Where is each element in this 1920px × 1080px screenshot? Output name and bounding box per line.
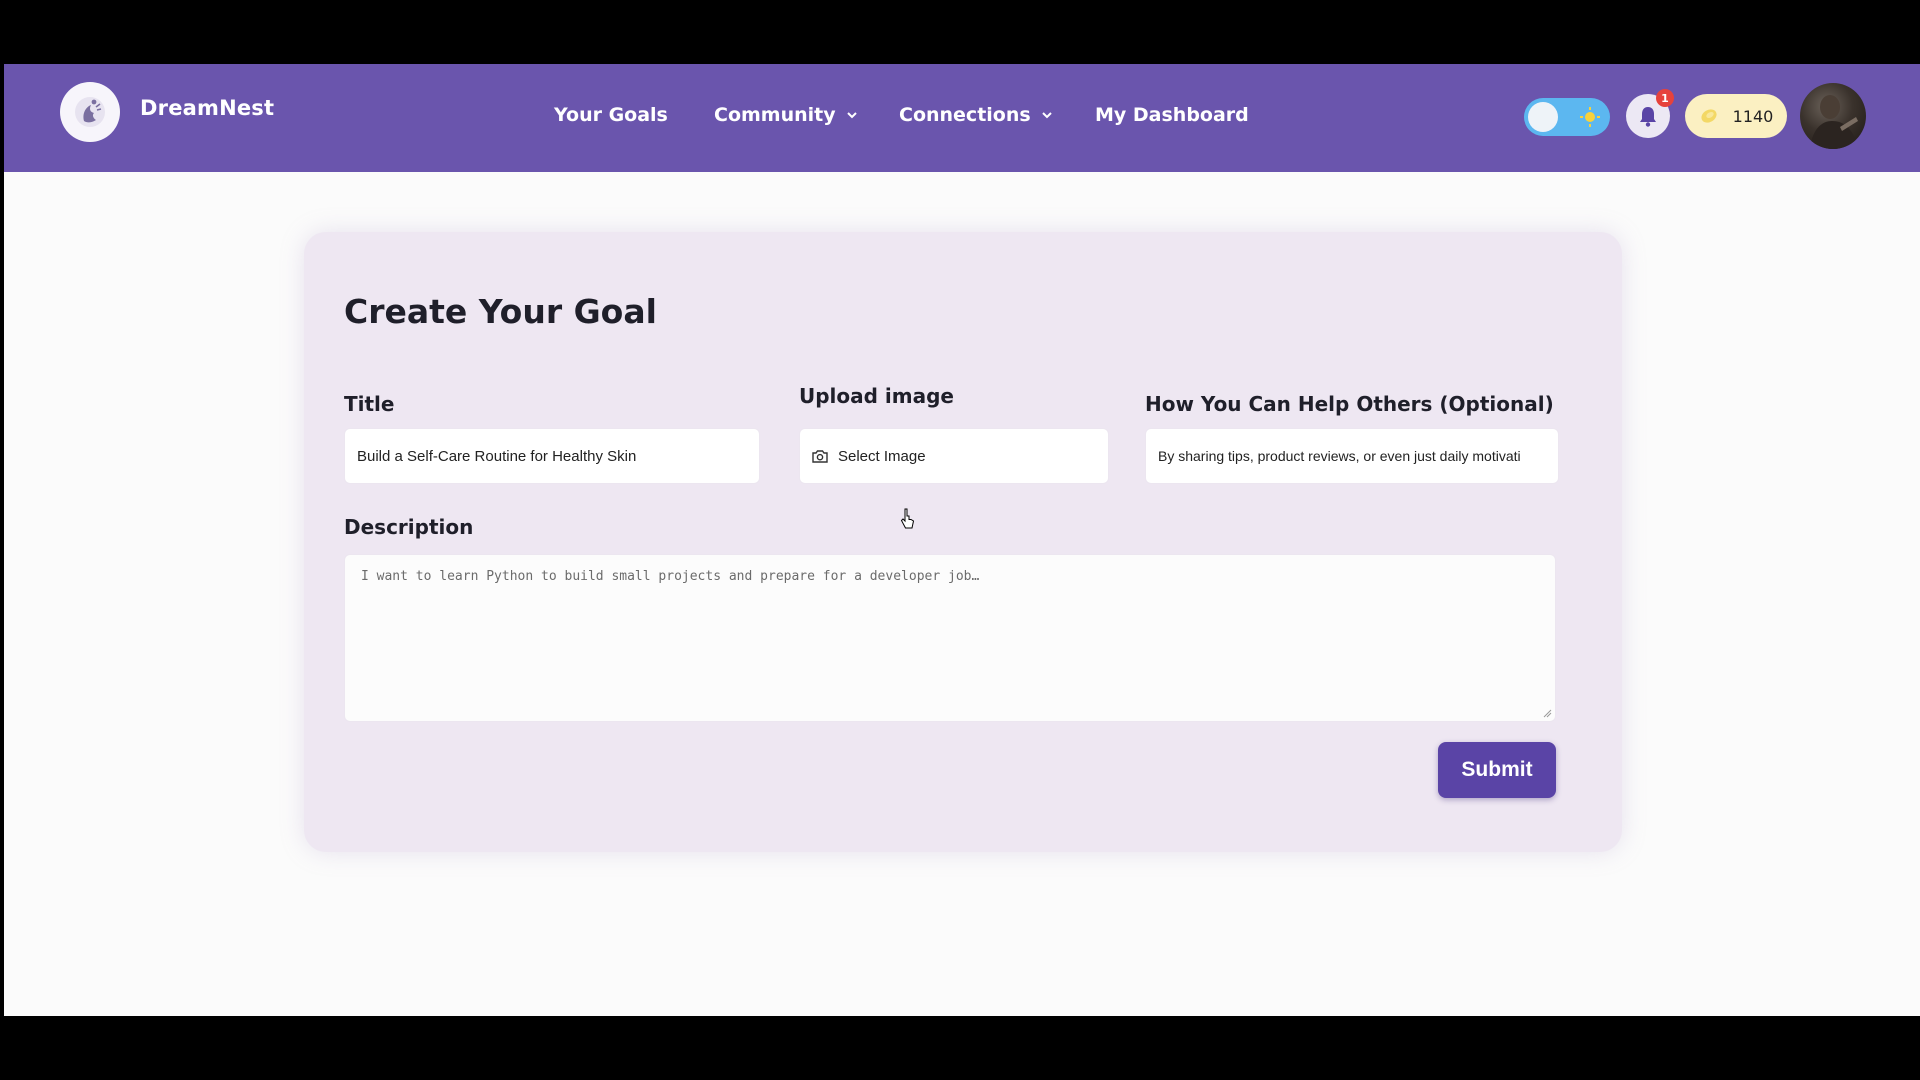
description-label: Description bbox=[344, 515, 474, 539]
notifications-button[interactable]: 1 bbox=[1626, 89, 1674, 138]
nav-my-dashboard[interactable]: My Dashboard bbox=[1095, 104, 1249, 126]
logo-icon[interactable] bbox=[60, 82, 120, 142]
description-placeholder: I want to learn Python to build small pr… bbox=[361, 569, 980, 584]
upload-image-label: Upload image bbox=[799, 384, 954, 408]
bell-icon bbox=[1640, 107, 1656, 127]
submit-button[interactable]: Submit bbox=[1438, 742, 1556, 798]
app-screen: DreamNest Your Goals Community Connectio… bbox=[4, 64, 1920, 1016]
toggle-knob bbox=[1528, 102, 1558, 132]
theme-toggle[interactable] bbox=[1524, 98, 1610, 136]
avatar[interactable] bbox=[1800, 83, 1866, 149]
camera-icon bbox=[812, 450, 828, 463]
page-title: Create Your Goal bbox=[344, 292, 657, 331]
nav-your-goals[interactable]: Your Goals bbox=[554, 104, 668, 126]
nav-connections-label: Connections bbox=[899, 104, 1031, 126]
cursor-icon bbox=[900, 508, 915, 529]
brand-name[interactable]: DreamNest bbox=[140, 96, 274, 120]
nav-your-goals-label: Your Goals bbox=[554, 104, 668, 126]
select-image-label: Select Image bbox=[838, 447, 926, 465]
chevron-down-icon bbox=[1041, 112, 1052, 119]
title-input[interactable]: Build a Self-Care Routine for Healthy Sk… bbox=[344, 428, 760, 484]
coins-value: 1140 bbox=[1732, 106, 1774, 126]
title-label: Title bbox=[344, 392, 395, 416]
title-input-value: Build a Self-Care Routine for Healthy Sk… bbox=[357, 447, 637, 465]
nav-connections[interactable]: Connections bbox=[899, 104, 1053, 126]
help-others-input[interactable]: By sharing tips, product reviews, or eve… bbox=[1145, 428, 1559, 484]
coins-balance[interactable]: 1140 bbox=[1685, 94, 1787, 138]
help-others-label: How You Can Help Others (Optional) bbox=[1145, 392, 1554, 416]
nav-community[interactable]: Community bbox=[714, 104, 858, 126]
nav-community-label: Community bbox=[714, 104, 836, 126]
coin-icon bbox=[1701, 109, 1717, 123]
resize-grip-icon[interactable] bbox=[1542, 708, 1552, 718]
nav-my-dashboard-label: My Dashboard bbox=[1095, 104, 1249, 126]
select-image-button[interactable]: Select Image bbox=[799, 428, 1109, 484]
chevron-down-icon bbox=[846, 112, 857, 119]
create-goal-card: Create Your Goal Title Build a Self-Care… bbox=[304, 232, 1622, 852]
help-others-value: By sharing tips, product reviews, or eve… bbox=[1158, 448, 1521, 464]
notification-badge: 1 bbox=[1656, 89, 1674, 107]
sun-icon bbox=[1580, 107, 1600, 127]
description-textarea[interactable]: I want to learn Python to build small pr… bbox=[344, 554, 1556, 722]
top-navbar: DreamNest Your Goals Community Connectio… bbox=[4, 64, 1920, 172]
